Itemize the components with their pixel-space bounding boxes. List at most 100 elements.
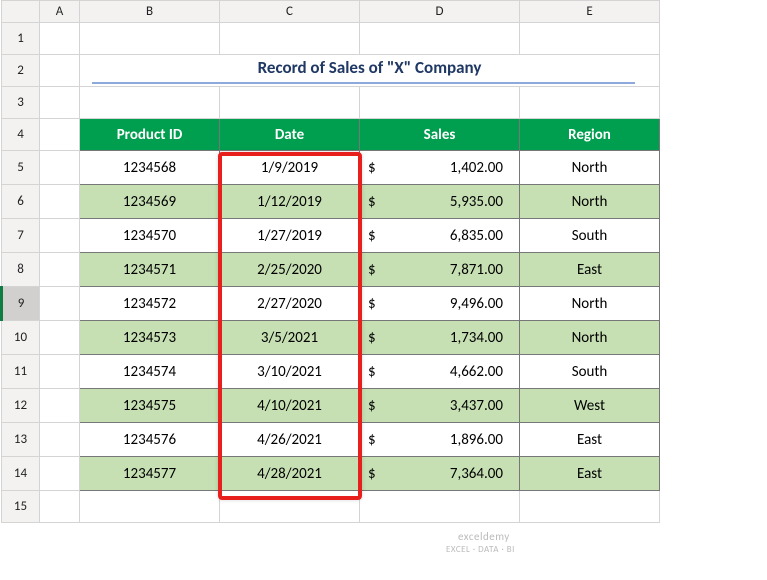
cell-region[interactable]: North	[520, 185, 660, 219]
row-header[interactable]: 10	[2, 321, 40, 355]
row-header[interactable]: 7	[2, 219, 40, 253]
col-header-c[interactable]: C	[220, 1, 360, 23]
row-header[interactable]: 13	[2, 423, 40, 457]
sales-value: 1,402.00	[450, 159, 503, 177]
cell[interactable]	[360, 491, 520, 523]
cell-region[interactable]: North	[520, 321, 660, 355]
cell-region[interactable]: North	[520, 287, 660, 321]
cell-sales[interactable]: $1,734.00	[360, 321, 520, 355]
cell-product-id[interactable]: 1234574	[80, 355, 220, 389]
cell[interactable]	[520, 87, 660, 119]
cell[interactable]	[520, 23, 660, 55]
cell-date[interactable]: 2/27/2020	[220, 287, 360, 321]
row-header[interactable]: 2	[2, 55, 40, 87]
cell-product-id[interactable]: 1234571	[80, 253, 220, 287]
cell[interactable]	[360, 87, 520, 119]
cell[interactable]	[80, 23, 220, 55]
cell[interactable]	[360, 23, 520, 55]
cell-date[interactable]: 1/9/2019	[220, 151, 360, 185]
cell-sales[interactable]: $7,364.00	[360, 457, 520, 491]
cell-date[interactable]: 3/10/2021	[220, 355, 360, 389]
cell-date[interactable]: 1/27/2019	[220, 219, 360, 253]
cell-sales[interactable]: $5,935.00	[360, 185, 520, 219]
cell[interactable]	[220, 491, 360, 523]
col-header-a[interactable]: A	[40, 1, 80, 23]
cell-region[interactable]: East	[520, 457, 660, 491]
table-header-date[interactable]: Date	[220, 119, 360, 151]
row-header-selected[interactable]: 9	[2, 287, 40, 321]
cell[interactable]	[520, 491, 660, 523]
cell-region[interactable]: North	[520, 151, 660, 185]
cell-region[interactable]: West	[520, 389, 660, 423]
cell[interactable]	[220, 23, 360, 55]
cell[interactable]	[220, 87, 360, 119]
sales-value: 4,662.00	[450, 363, 503, 381]
row-header[interactable]: 1	[2, 23, 40, 55]
cell[interactable]	[40, 491, 80, 523]
cell-region[interactable]: East	[520, 423, 660, 457]
cell-product-id[interactable]: 1234577	[80, 457, 220, 491]
cell-sales[interactable]: $1,896.00	[360, 423, 520, 457]
cell-product-id[interactable]: 1234568	[80, 151, 220, 185]
cell[interactable]	[40, 119, 80, 151]
cell[interactable]	[40, 185, 80, 219]
cell-region[interactable]: East	[520, 253, 660, 287]
cell-sales[interactable]: $6,835.00	[360, 219, 520, 253]
cell-product-id[interactable]: 1234569	[80, 185, 220, 219]
select-all-corner[interactable]	[2, 1, 40, 23]
cell[interactable]	[80, 491, 220, 523]
cell[interactable]	[40, 287, 80, 321]
sales-value: 3,437.00	[450, 397, 503, 415]
table-header-region[interactable]: Region	[520, 119, 660, 151]
cell[interactable]	[40, 87, 80, 119]
row-header[interactable]: 8	[2, 253, 40, 287]
row-header[interactable]: 12	[2, 389, 40, 423]
cell[interactable]	[40, 355, 80, 389]
row-header[interactable]: 5	[2, 151, 40, 185]
cell-sales[interactable]: $9,496.00	[360, 287, 520, 321]
cell[interactable]	[40, 219, 80, 253]
cell-product-id[interactable]: 1234576	[80, 423, 220, 457]
cell-product-id[interactable]: 1234573	[80, 321, 220, 355]
cell[interactable]	[40, 55, 80, 87]
table-header-sales[interactable]: Sales	[360, 119, 520, 151]
row-header[interactable]: 15	[2, 491, 40, 523]
cell-date[interactable]: 3/5/2021	[220, 321, 360, 355]
currency-symbol: $	[368, 261, 376, 279]
cell[interactable]	[80, 87, 220, 119]
cell-product-id[interactable]: 1234570	[80, 219, 220, 253]
cell-region[interactable]: South	[520, 219, 660, 253]
cell-date[interactable]: 4/28/2021	[220, 457, 360, 491]
cell-sales[interactable]: $1,402.00	[360, 151, 520, 185]
table-header-product-id[interactable]: Product ID	[80, 119, 220, 151]
row-header[interactable]: 4	[2, 119, 40, 151]
cell-date[interactable]: 4/10/2021	[220, 389, 360, 423]
cell-sales[interactable]: $4,662.00	[360, 355, 520, 389]
cell-sales[interactable]: $3,437.00	[360, 389, 520, 423]
sales-value: 1,896.00	[450, 431, 503, 449]
row-header[interactable]: 6	[2, 185, 40, 219]
cell-date[interactable]: 4/26/2021	[220, 423, 360, 457]
spreadsheet-grid[interactable]: A B C D E 1 2 Record of Sales of "X" Com…	[0, 0, 660, 523]
row-header[interactable]: 3	[2, 87, 40, 119]
cell-region[interactable]: South	[520, 355, 660, 389]
cell-product-id[interactable]: 1234575	[80, 389, 220, 423]
cell[interactable]	[40, 151, 80, 185]
cell-product-id[interactable]: 1234572	[80, 287, 220, 321]
cell[interactable]	[40, 423, 80, 457]
row-header[interactable]: 14	[2, 457, 40, 491]
cell-date[interactable]: 1/12/2019	[220, 185, 360, 219]
col-header-e[interactable]: E	[520, 1, 660, 23]
cell[interactable]	[40, 457, 80, 491]
col-header-d[interactable]: D	[360, 1, 520, 23]
cell[interactable]	[40, 389, 80, 423]
cell-date[interactable]: 2/25/2020	[220, 253, 360, 287]
cell[interactable]	[40, 321, 80, 355]
cell[interactable]	[40, 23, 80, 55]
col-header-b[interactable]: B	[80, 1, 220, 23]
row-header[interactable]: 11	[2, 355, 40, 389]
cell[interactable]	[40, 253, 80, 287]
sales-value: 5,935.00	[450, 193, 503, 211]
cell-sales[interactable]: $7,871.00	[360, 253, 520, 287]
title-underline	[92, 82, 635, 84]
